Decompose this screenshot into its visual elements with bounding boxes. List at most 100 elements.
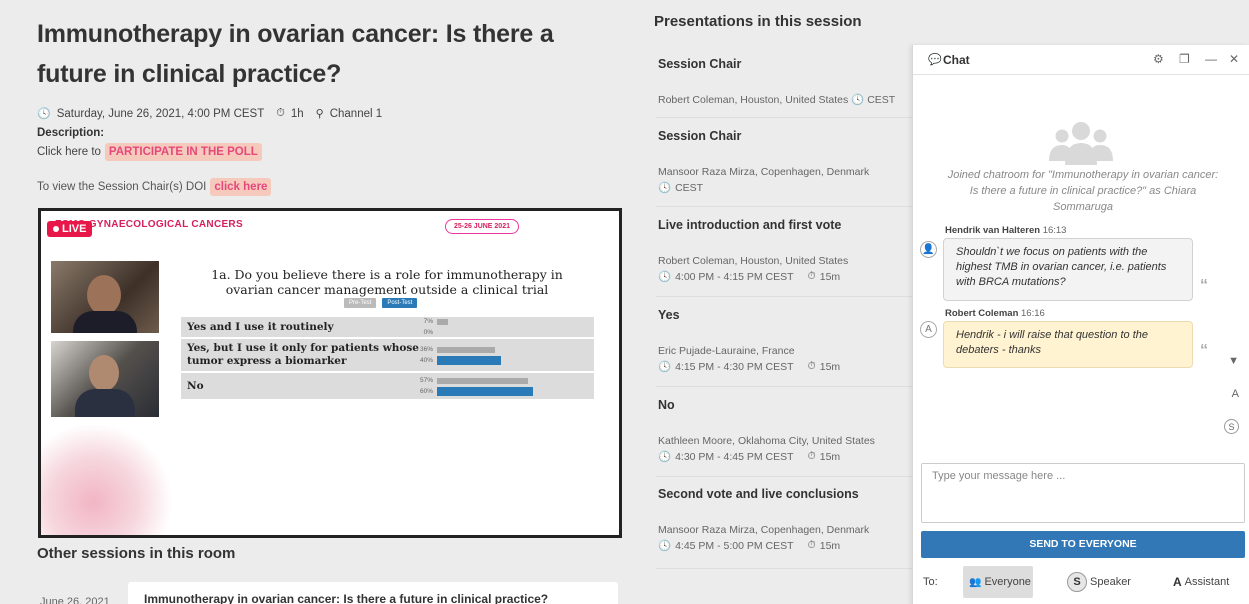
divider [656, 476, 916, 477]
presentation-time: CEST [675, 181, 704, 194]
divider [656, 568, 916, 569]
presentation-duration: 15m [819, 450, 841, 463]
presentation-item[interactable]: Session Chair Mansoor Raza Mirza, Copenh… [658, 129, 914, 194]
post-pct: 40% [419, 357, 433, 364]
other-session-card[interactable]: Immunotherapy in ovarian cancer: Is ther… [128, 582, 618, 604]
presentation-title: Second vote and live conclusions [658, 487, 859, 501]
poll-option: Yes, but I use it only for patients whos… [181, 339, 594, 373]
clock-icon: 🕓 [658, 451, 672, 463]
presentation-title: Yes [658, 308, 680, 322]
chat-panel: 💬 Chat ⚙ ❐ — ✕ Joined chatroom for "Immu… [912, 45, 1249, 604]
speaker-camera-2 [51, 341, 159, 417]
poll-option-label: No [187, 379, 204, 392]
other-sessions-title: Other sessions in this room [37, 545, 236, 562]
recipient-speaker-label: Speaker [1090, 576, 1131, 588]
presentation-speaker: Mansoor Raza Mirza, Copenhagen, Denmark [658, 524, 870, 536]
chat-message: Shouldn`t we focus on patients with the … [943, 238, 1193, 301]
popout-window-icon[interactable]: ❐ [1179, 52, 1190, 66]
live-label: LIVE [62, 223, 87, 235]
tab-pre-test: Pre-Test [344, 298, 377, 308]
other-session-date: June 26, 2021 [40, 596, 110, 604]
tab-post-test: Post-Test [382, 298, 418, 308]
stopwatch-icon: ⏱ [807, 450, 816, 462]
presentation-speaker-name: Robert Coleman, Houston, United States [658, 94, 849, 106]
message-header: Robert Coleman 16:16 [945, 308, 1045, 319]
divider [656, 117, 916, 118]
message-header: Hendrik van Halteren 16:13 [945, 225, 1066, 236]
presentation-item[interactable]: Second vote and live conclusions Mansoor… [658, 487, 914, 552]
stopwatch-icon: ⏱ [807, 360, 816, 372]
presentation-time: 4:30 PM - 4:45 PM CEST [675, 450, 794, 463]
settings-gears-icon[interactable]: ⚙ [1153, 52, 1164, 66]
bar-pre [437, 346, 495, 353]
recipient-everyone[interactable]: 👥 Everyone [963, 566, 1033, 598]
presentation-title: No [658, 398, 675, 412]
doi-click-here-button[interactable]: click here [210, 178, 272, 196]
bar-post [437, 356, 501, 365]
presentation-item[interactable]: Live introduction and first vote Robert … [658, 218, 914, 283]
recipient-assistant[interactable]: A Assistant [1167, 566, 1235, 598]
message-author: Hendrik van Halteren [945, 225, 1041, 236]
recipient-everyone-label: Everyone [984, 576, 1031, 588]
presentation-item[interactable]: No Kathleen Moore, Oklahoma City, United… [658, 398, 914, 463]
video-player[interactable]: ESMO GYNAECOLOGICAL CANCERS CONGRESS 25-… [38, 208, 622, 538]
message-time: 16:13 [1042, 225, 1067, 236]
presentation-time: 4:00 PM - 4:15 PM CEST [675, 270, 794, 283]
recipient-assistant-label: Assistant [1184, 576, 1230, 588]
presentation-duration: 15m [819, 360, 841, 373]
clock-icon: 🕓 [37, 108, 51, 120]
to-label: To: [923, 576, 938, 588]
group-users-icon [1049, 122, 1113, 165]
quote-icon[interactable]: “ [1200, 277, 1208, 295]
speaker-camera-1 [51, 261, 159, 333]
message-time: 16:16 [1021, 308, 1045, 319]
post-pct: 0% [423, 329, 433, 336]
quote-icon[interactable]: “ [1200, 342, 1208, 360]
clock-icon: 🕓 [851, 94, 865, 106]
minimize-icon[interactable]: — [1205, 52, 1217, 66]
clock-icon: 🕓 [658, 361, 672, 373]
message-author: Robert Coleman [945, 308, 1019, 319]
presentation-speaker: Robert Coleman, Houston, United States [658, 255, 849, 267]
video-date-badge: 25-26 JUNE 2021 [444, 219, 519, 234]
pre-pct: 57% [419, 377, 433, 384]
speaker-filter-toggle[interactable]: S [1224, 419, 1239, 434]
pre-pct: 36% [419, 346, 433, 353]
assistant-filter-toggle[interactable]: A [1232, 388, 1239, 400]
close-icon[interactable]: ✕ [1229, 52, 1239, 66]
presentation-speaker: Eric Pujade-Lauraine, France [658, 345, 795, 357]
presentations-title: Presentations in this session [654, 13, 862, 30]
description-label: Description: [37, 127, 105, 139]
divider [656, 296, 916, 297]
participate-poll-button[interactable]: PARTICIPATE IN THE POLL [104, 143, 262, 161]
send-to-everyone-button[interactable]: SEND TO EVERYONE [921, 531, 1245, 558]
user-avatar-icon: 👤 [920, 241, 937, 258]
assistant-badge: A [1172, 575, 1182, 589]
chat-message-input[interactable] [921, 463, 1245, 523]
poll-tabs: Pre-Test Post-Test [344, 298, 418, 308]
session-meta: 🕓 Saturday, June 26, 2021, 4:00 PM CEST … [37, 107, 382, 120]
poll-option-label: Yes and I use it routinely [187, 320, 334, 333]
presentation-time: 4:45 PM - 5:00 PM CEST [675, 539, 794, 552]
bar-pre [437, 377, 529, 384]
divider [656, 386, 916, 387]
filter-icon[interactable]: ▼ [1228, 355, 1239, 367]
presentation-title: Live introduction and first vote [658, 218, 842, 232]
session-duration: 1h [290, 107, 304, 120]
presentation-speaker: Robert Coleman, Houston, United States 🕓… [658, 93, 914, 107]
session-title: Immunotherapy in ovarian cancer: Is ther… [37, 20, 554, 88]
flower-decoration [41, 425, 171, 535]
doi-prefix: To view the Session Chair(s) DOI [37, 181, 207, 193]
chat-title: Chat [943, 53, 970, 67]
bar-pre [437, 318, 449, 325]
recipient-speaker[interactable]: S Speaker [1061, 566, 1137, 598]
poll-option: No 57% 60% [181, 373, 594, 401]
presentation-item[interactable]: Yes Eric Pujade-Lauraine, France 🕓 4:15 P… [658, 308, 914, 373]
presentation-speaker: Mansoor Raza Mirza, Copenhagen, Denmark [658, 166, 870, 178]
presentation-item[interactable]: Session Chair Robert Coleman, Houston, U… [658, 57, 914, 107]
session-channel: Channel 1 [329, 107, 383, 120]
location-pin-icon: ⚲ [315, 108, 324, 120]
message-text: Hendrik - i will raise that question to … [956, 329, 1148, 356]
live-dot-icon [53, 226, 59, 232]
presentation-title: Session Chair [658, 129, 742, 143]
